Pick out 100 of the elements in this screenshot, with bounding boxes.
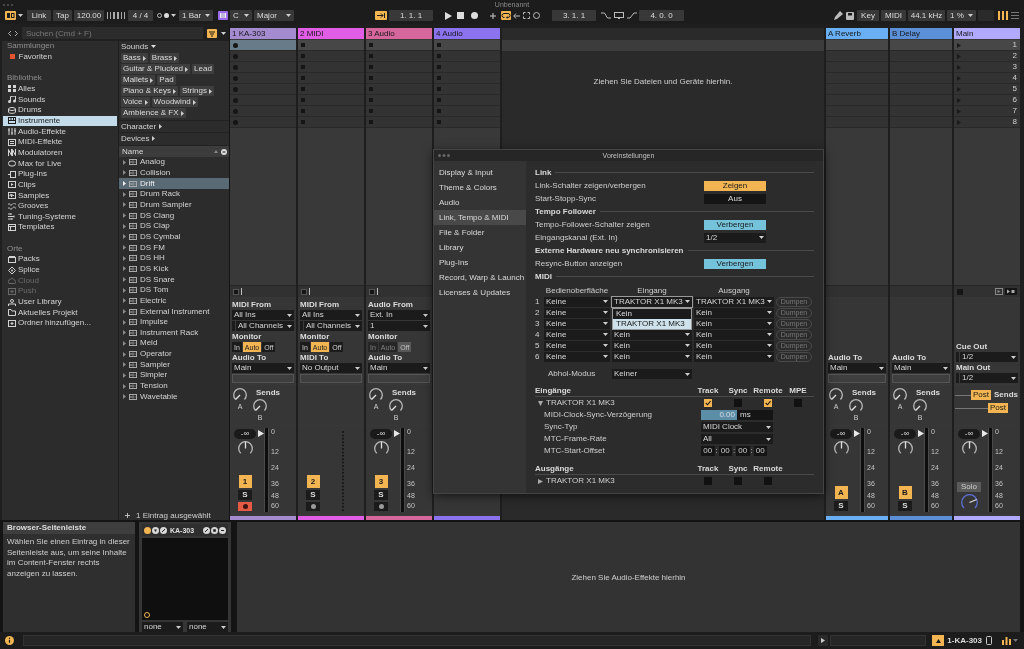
track-header[interactable]: Main: [954, 28, 1020, 39]
track-header[interactable]: A Reverb: [826, 28, 888, 39]
routing-dropdown[interactable]: 1/2: [956, 373, 1018, 383]
checkbox[interactable]: [704, 399, 712, 407]
nav-item[interactable]: File & Folder: [434, 225, 526, 240]
setting-dropdown[interactable]: 1/2: [704, 232, 766, 243]
clip-slot[interactable]: [230, 95, 296, 106]
output-dropdown[interactable]: Kein: [694, 340, 774, 351]
pan-knob[interactable]: [833, 441, 849, 456]
tag-button[interactable]: Brass: [149, 53, 180, 63]
device-item[interactable]: Impulse: [119, 316, 229, 328]
cpu-load-dropdown[interactable]: 1 %: [947, 10, 976, 21]
timecode-field[interactable]: 00: [701, 446, 715, 456]
sidebar-item[interactable]: Splice: [3, 264, 117, 276]
menu-icon[interactable]: [1011, 12, 1019, 19]
status-dot-icon[interactable]: [144, 526, 151, 534]
routing-dropdown[interactable]: Main: [892, 363, 950, 373]
scene-slot[interactable]: 6: [954, 95, 1020, 106]
menu-option[interactable]: TRAKTOR X1 MK3: [613, 318, 691, 329]
clip-slot[interactable]: [434, 84, 500, 95]
nav-item[interactable]: Link, Tempo & MIDI: [434, 210, 526, 225]
send-knob[interactable]: [233, 388, 247, 402]
track-on-button[interactable]: 1: [238, 475, 252, 488]
solo-button[interactable]: Solo: [957, 482, 981, 492]
tag-button[interactable]: Ambience & FX: [121, 108, 186, 118]
device-item[interactable]: Tension: [119, 380, 229, 392]
sidebar-item[interactable]: Favoriten: [3, 51, 117, 63]
device-item[interactable]: Simpler: [119, 370, 229, 381]
channel-field[interactable]: [368, 374, 430, 383]
clip-slot[interactable]: [366, 62, 432, 73]
menu-option[interactable]: Kein: [613, 308, 691, 319]
sidebar-item[interactable]: Templates: [3, 222, 117, 233]
post-button[interactable]: Post: [970, 390, 991, 400]
scene-slot[interactable]: 8: [954, 117, 1020, 128]
sidebar-item[interactable]: Ordner hinzufügen...: [3, 318, 117, 329]
clip-slot[interactable]: [366, 117, 432, 128]
sidebar-item[interactable]: Modulatoren: [3, 147, 117, 159]
clip-slot[interactable]: [434, 62, 500, 73]
track-on-button[interactable]: B: [898, 486, 912, 499]
input-dropdown[interactable]: TRAKTOR X1 MK3: [612, 296, 692, 307]
window-buttons-icon[interactable]: [438, 154, 450, 157]
loop-start-field[interactable]: 3. 1. 1: [552, 10, 596, 21]
send-knob[interactable]: [389, 399, 403, 413]
device-item[interactable]: DS Cymbal: [119, 231, 229, 243]
sidebar-item[interactable]: Instrumente: [3, 115, 117, 127]
ramp-icon[interactable]: [627, 12, 637, 19]
channel-field[interactable]: [300, 374, 362, 383]
clip-slot[interactable]: [366, 40, 432, 51]
track-header[interactable]: 4 Audio: [434, 28, 500, 39]
clip-slot[interactable]: [434, 73, 500, 84]
timecode-field[interactable]: 00: [718, 446, 732, 456]
clip-slot[interactable]: [890, 117, 952, 128]
checkbox[interactable]: [764, 399, 772, 407]
timecode-field[interactable]: 00: [736, 446, 750, 456]
checkbox[interactable]: [734, 477, 742, 485]
forward-icon[interactable]: [15, 30, 18, 36]
loop-icon[interactable]: [501, 11, 511, 20]
volume-display[interactable]: -∞: [234, 429, 256, 439]
clip-slot[interactable]: [826, 51, 888, 62]
sidebar-item[interactable]: Drums: [3, 104, 117, 116]
input-dropdown[interactable]: Kein: [612, 329, 692, 340]
sidebar-item[interactable]: Audio-Effekte: [3, 126, 117, 137]
device-item[interactable]: Instrument Rack: [119, 327, 229, 339]
device-item[interactable]: Drift: [119, 178, 229, 189]
solo-button[interactable]: S: [834, 501, 848, 511]
scene-slot[interactable]: 3: [954, 62, 1020, 73]
device-item[interactable]: DS Kick: [119, 263, 229, 275]
nav-item[interactable]: Library: [434, 240, 526, 255]
routing-dropdown[interactable]: All Channels: [232, 321, 294, 331]
arm-button[interactable]: [238, 502, 252, 511]
cue-volume-knob[interactable]: [960, 494, 978, 511]
info-icon[interactable]: [5, 636, 14, 645]
track-header[interactable]: 1 KA-303: [230, 28, 296, 39]
sidebar-item[interactable]: Packs: [3, 254, 117, 265]
tag-button[interactable]: Voice: [121, 97, 150, 107]
sidebar-item[interactable]: Grooves: [3, 200, 117, 212]
tag-button[interactable]: Lead: [192, 64, 214, 74]
tap-button[interactable]: Tap: [53, 10, 72, 21]
window-buttons-icon[interactable]: [3, 3, 13, 6]
back-icon[interactable]: [513, 12, 520, 19]
clip-slot[interactable]: [890, 40, 952, 51]
routing-dropdown[interactable]: All Ins: [300, 310, 362, 320]
add-icon[interactable]: [125, 513, 130, 518]
device-item[interactable]: DS Snare: [119, 274, 229, 285]
nav-item[interactable]: Theme & Colors: [434, 180, 526, 195]
sidebar-item[interactable]: Sounds: [3, 94, 117, 105]
loop-length-field[interactable]: 4. 0. 0: [639, 10, 684, 21]
expand-icon[interactable]: [538, 478, 543, 484]
stop-icon[interactable]: [369, 288, 375, 295]
channel-field[interactable]: [892, 374, 950, 383]
screen-icon[interactable]: [614, 12, 624, 19]
tempo-field[interactable]: 120.00: [74, 10, 104, 21]
filter-icon[interactable]: [207, 28, 217, 38]
panels-icon[interactable]: [5, 11, 16, 20]
scene-slot[interactable]: 7: [954, 106, 1020, 117]
surface-dropdown[interactable]: Keine: [544, 307, 610, 318]
vertical-bars-icon[interactable]: [107, 12, 115, 19]
track-header[interactable]: B Delay: [890, 28, 952, 39]
clip-slot[interactable]: [298, 84, 364, 95]
clip-slot[interactable]: [230, 51, 296, 62]
